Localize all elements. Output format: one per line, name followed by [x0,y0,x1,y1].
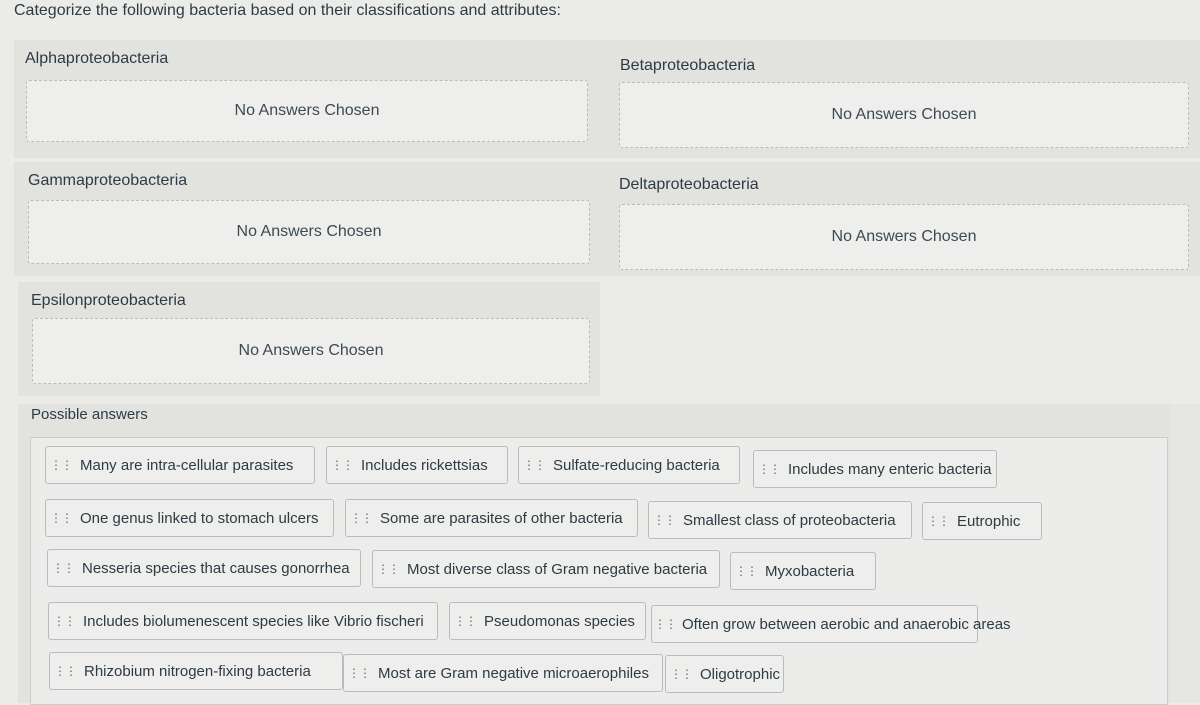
category-label: Epsilonproteobacteria [31,292,186,309]
answer-chip[interactable]: ⋮⋮ Smallest class of proteobacteria [648,501,912,539]
category-label: Gammaproteobacteria [28,172,188,189]
dropzone-placeholder: No Answers Chosen [236,223,382,240]
drag-handle-icon[interactable]: ⋮⋮ [521,459,547,471]
answer-chip[interactable]: ⋮⋮ Includes many enteric bacteria [753,450,997,488]
answer-chip[interactable]: ⋮⋮ Often grow between aerobic and anaerob… [651,605,1011,643]
answer-chip[interactable]: ⋮⋮ Most are Gram negative microaerophiles [343,654,663,692]
answer-chip[interactable]: ⋮⋮ Sulfate-reducing bacteria [518,446,740,484]
drag-handle-icon[interactable]: ⋮⋮ [375,563,401,575]
dropzone-betaproteobacteria[interactable]: No Answers Chosen [619,82,1189,148]
dropzone-placeholder: No Answers Chosen [234,102,380,119]
answer-text: Many are intra-cellular parasites [80,456,294,474]
dropzone-alphaproteobacteria[interactable]: No Answers Chosen [26,80,588,142]
category-label: Betaproteobacteria [620,57,756,74]
answer-chip[interactable]: ⋮⋮ Rhizobium nitrogen-fixing bacteria [49,652,343,690]
dropzone-placeholder: No Answers Chosen [831,228,977,245]
answer-text: Most are Gram negative microaerophiles [378,664,649,682]
drag-handle-icon[interactable]: ⋮⋮ [51,615,77,627]
answer-chip[interactable]: ⋮⋮ Many are intra-cellular parasites [45,446,315,484]
drag-handle-icon[interactable]: ⋮⋮ [329,459,355,471]
possible-answers-label: Possible answers [31,406,148,423]
drag-handle-icon[interactable]: ⋮⋮ [52,665,78,677]
answer-text: Rhizobium nitrogen-fixing bacteria [84,662,311,680]
answer-text: Includes many enteric bacteria [788,460,992,478]
answer-chip[interactable]: ⋮⋮ One genus linked to stomach ulcers [45,499,334,537]
question-text: Categorize the following bacteria based … [14,2,561,19]
scroll-gutter [1170,404,1200,703]
answer-text: Includes biolumenescent species like Vib… [83,612,424,630]
dropzone-placeholder: No Answers Chosen [831,106,977,123]
dropzone-placeholder: No Answers Chosen [238,342,384,359]
drag-handle-icon[interactable]: ⋮⋮ [651,514,677,526]
answer-text: Smallest class of proteobacteria [683,511,896,529]
answer-text: Includes rickettsias [361,456,488,474]
answer-chip[interactable]: ⋮⋮ Myxobacteria [730,552,876,590]
answer-text: Eutrophic [957,512,1021,530]
category-label: Deltaproteobacteria [619,176,759,193]
answer-text: Oligotrophic [700,665,781,683]
answer-text: Myxobacteria [765,562,855,580]
answer-chip[interactable]: ⋮⋮ Oligotrophic [665,655,784,693]
answer-chip[interactable]: ⋮⋮ Eutrophic [922,502,1042,540]
answer-text: Often grow between aerobic and anaerobic… [682,615,1011,633]
answer-text: One genus linked to stomach ulcers [80,509,319,527]
drag-handle-icon[interactable]: ⋮⋮ [925,515,951,527]
answer-chip[interactable]: ⋮⋮ Most diverse class of Gram negative ba… [372,550,720,588]
answer-text: Nesseria species that causes gonorrhea [82,559,350,577]
answer-text: Some are parasites of other bacteria [380,509,623,527]
drag-handle-icon[interactable]: ⋮⋮ [50,562,76,574]
drag-handle-icon[interactable]: ⋮⋮ [452,615,478,627]
drag-handle-icon[interactable]: ⋮⋮ [48,512,74,524]
answer-chip[interactable]: ⋮⋮ Includes biolumenescent species like V… [48,602,438,640]
drag-handle-icon[interactable]: ⋮⋮ [733,565,759,577]
answer-text: Sulfate-reducing bacteria [553,456,720,474]
dropzone-gammaproteobacteria[interactable]: No Answers Chosen [28,200,590,264]
answer-chip[interactable]: ⋮⋮ Nesseria species that causes gonorrhea [47,549,361,587]
dropzone-epsilonproteobacteria[interactable]: No Answers Chosen [32,318,590,384]
answer-text: Pseudomonas species [484,612,635,630]
answer-chip[interactable]: ⋮⋮ Includes rickettsias [326,446,508,484]
answer-chip[interactable]: ⋮⋮ Some are parasites of other bacteria [345,499,638,537]
category-label: Alphaproteobacteria [25,50,169,67]
dropzone-deltaproteobacteria[interactable]: No Answers Chosen [619,204,1189,270]
drag-handle-icon[interactable]: ⋮⋮ [48,459,74,471]
drag-handle-icon[interactable]: ⋮⋮ [654,618,677,630]
answer-text: Most diverse class of Gram negative bact… [407,560,708,578]
drag-handle-icon[interactable]: ⋮⋮ [668,668,694,680]
answer-chip[interactable]: ⋮⋮ Pseudomonas species [449,602,646,640]
drag-handle-icon[interactable]: ⋮⋮ [756,463,782,475]
drag-handle-icon[interactable]: ⋮⋮ [346,667,372,679]
drag-handle-icon[interactable]: ⋮⋮ [348,512,374,524]
